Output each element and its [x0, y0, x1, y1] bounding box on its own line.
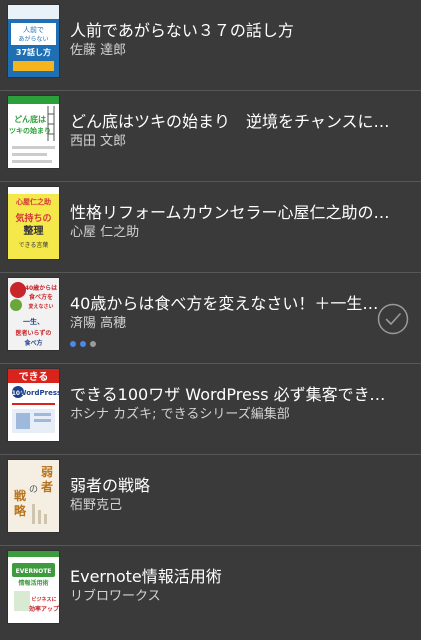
svg-text:食べ方を: 食べ方を: [28, 293, 53, 301]
progress-dot-inactive: [90, 341, 96, 347]
progress-dot-active: [70, 341, 76, 347]
svg-text:一生、: 一生、: [23, 317, 44, 326]
svg-text:の: の: [29, 485, 38, 495]
book-row[interactable]: 心屋仁之助 気持ちの 整理 できる言葉 性格リフォームカウンセラー心屋仁之助の気…: [0, 182, 421, 273]
svg-text:EVERNOTE: EVERNOTE: [16, 568, 52, 575]
book-cover-public-speaking-icon: 人前で あがらない 37話し方: [8, 5, 59, 77]
book-info: できる100ワザ WordPress 必ず集客できるブログ・ホームページの作り方…: [70, 364, 391, 454]
book-info: 性格リフォームカウンセラー心屋仁之助の気持ちの整理ができる言葉 心屋 仁之助: [70, 182, 391, 272]
book-cover-wordpress-icon: できる 100 WordPress: [8, 369, 59, 441]
book-author: 済陽 高穂: [70, 316, 127, 331]
svg-text:者: 者: [40, 479, 53, 494]
svg-text:WordPress: WordPress: [19, 389, 59, 397]
svg-text:できる: できる: [19, 371, 49, 383]
svg-text:40歳からは: 40歳からは: [25, 284, 57, 292]
book-info: 人前であがらない３７の話し方 佐藤 達郎: [70, 0, 391, 90]
book-title: 弱者の戦略: [70, 476, 151, 495]
svg-text:気持ちの: 気持ちの: [15, 212, 51, 224]
svg-text:食べ方: 食べ方: [23, 339, 42, 347]
book-author: 西田 文郎: [70, 134, 127, 149]
book-title: 性格リフォームカウンセラー心屋仁之助の気持ちの整理ができる言葉: [70, 203, 391, 222]
book-row[interactable]: 弱 者 の 戦 略 弱者の戦略 栢野克己: [0, 455, 421, 546]
book-author: リブロワークス: [70, 589, 161, 604]
book-title: Evernote情報活用術: [70, 567, 222, 586]
book-cover-evernote-icon: EVERNOTE 情報活用術 ビジネスに 効率アップ: [8, 551, 59, 623]
svg-text:略: 略: [14, 503, 27, 518]
svg-text:情報活用術: 情報活用術: [18, 579, 48, 587]
book-row[interactable]: EVERNOTE 情報活用術 ビジネスに 効率アップ Evernote情報活用術…: [0, 546, 421, 637]
book-title: 人前であがらない３７の話し方: [70, 21, 294, 40]
svg-text:どん底は: どん底は: [14, 114, 46, 124]
book-row[interactable]: 40歳からは 食べ方を 変えなさい 一生、 医者いらずの 食べ方 40歳からは食…: [0, 273, 421, 364]
svg-text:あがらない: あがらない: [18, 35, 48, 43]
svg-text:人前で: 人前で: [23, 25, 44, 34]
book-row[interactable]: できる 100 WordPress できる100ワザ WordPress 必ず集…: [0, 364, 421, 455]
book-author: 栢野克己: [70, 498, 123, 513]
svg-text:医者いらずの: 医者いらずの: [16, 329, 52, 337]
book-title: 40歳からは食べ方を変えなさい！＋一生、医者いらずの食べ方: [70, 294, 391, 313]
book-row[interactable]: どん底は ツキの始まり どん底はツキの始まり 逆境をチャンスに変える 西田 文郎: [0, 91, 421, 182]
svg-text:ビジネスに: ビジネスに: [31, 596, 56, 603]
book-author: 佐藤 達郎: [70, 43, 127, 58]
svg-text:ツキの始まり: ツキの始まり: [9, 126, 51, 135]
svg-text:変えなさい: 変えなさい: [28, 303, 53, 310]
book-row[interactable]: 人前で あがらない 37話し方 人前であがらない３７の話し方 佐藤 達郎: [0, 0, 421, 91]
book-title: どん底はツキの始まり 逆境をチャンスに変える: [70, 112, 391, 131]
book-cover-yellow-icon: 心屋仁之助 気持ちの 整理 できる言葉: [8, 187, 59, 259]
book-info: 40歳からは食べ方を変えなさい！＋一生、医者いらずの食べ方 済陽 高穂: [70, 273, 391, 363]
book-author: ホシナ カズキ; できるシリーズ編集部: [70, 407, 290, 422]
book-list: 人前で あがらない 37話し方 人前であがらない３７の話し方 佐藤 達郎 どん底…: [0, 0, 421, 637]
svg-text:弱: 弱: [41, 464, 53, 479]
svg-text:できる言葉: できる言葉: [19, 241, 49, 249]
book-cover-ladder-icon: どん底は ツキの始まり: [8, 96, 59, 168]
book-info: どん底はツキの始まり 逆境をチャンスに変える 西田 文郎: [70, 91, 391, 181]
book-author: 心屋 仁之助: [70, 225, 140, 240]
svg-text:整理: 整理: [23, 224, 44, 237]
book-cover-strategy-icon: 弱 者 の 戦 略: [8, 460, 59, 532]
svg-text:心屋仁之助: 心屋仁之助: [16, 197, 51, 206]
progress-dot-active: [80, 341, 86, 347]
book-title: できる100ワザ WordPress 必ず集客できるブログ・ホームページの作り方: [70, 385, 391, 404]
checkmark-circle-icon[interactable]: [377, 303, 409, 335]
reading-progress-dots: [70, 341, 96, 347]
svg-text:戦: 戦: [14, 488, 27, 503]
book-info: 弱者の戦略 栢野克己: [70, 455, 391, 545]
svg-text:37話し方: 37話し方: [16, 47, 51, 57]
book-info: Evernote情報活用術 リブロワークス: [70, 546, 391, 636]
book-cover-food-icon: 40歳からは 食べ方を 変えなさい 一生、 医者いらずの 食べ方: [8, 278, 59, 350]
svg-text:効率アップ: 効率アップ: [29, 605, 59, 613]
